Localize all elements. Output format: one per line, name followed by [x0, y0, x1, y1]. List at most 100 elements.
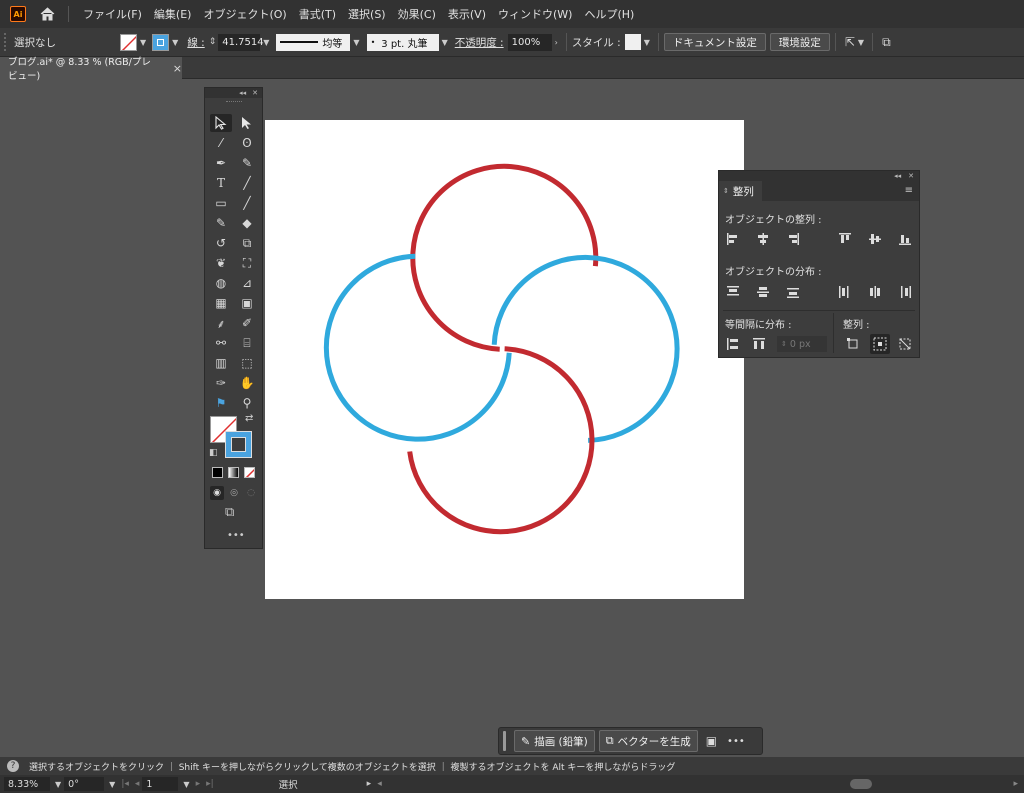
first-artboard-icon[interactable]: |◂ [121, 779, 129, 789]
menu-file[interactable]: ファイル(F) [77, 6, 148, 22]
stroke-swatch[interactable] [152, 33, 170, 51]
more-options-icon[interactable]: ••• [727, 736, 745, 747]
taskbar-grip[interactable] [503, 731, 506, 751]
opacity-dropdown-icon[interactable]: › [555, 38, 558, 47]
close-icon[interactable]: × [173, 62, 182, 75]
document-setup-button[interactable]: ドキュメント設定 [663, 33, 766, 51]
zoom-field[interactable]: 8.33% [4, 777, 50, 791]
stroke-stepper-icon[interactable]: ⇕ [209, 37, 217, 47]
menu-type[interactable]: 書式(T) [293, 6, 342, 22]
scrollbar-thumb[interactable] [849, 779, 872, 789]
image-trace-icon[interactable]: ▣ [706, 734, 717, 748]
menu-edit[interactable]: 編集(E) [148, 6, 198, 22]
status-scroll-right-icon[interactable]: ▸ [1013, 779, 1018, 789]
screen-mode-icon[interactable]: ⧉ [225, 505, 234, 520]
fill-dropdown-icon[interactable]: ▼ [140, 38, 146, 47]
hand-tool-icon[interactable]: ✋ [236, 374, 258, 392]
align-to-selection-icon[interactable] [845, 336, 861, 352]
collapse-icon[interactable]: ◂◂ [239, 89, 246, 97]
edit-toolbar-icon[interactable]: ••• [227, 530, 245, 541]
paintbrush-tool-icon[interactable]: ╱ [236, 194, 258, 212]
align-to-artboard-icon[interactable] [897, 336, 913, 352]
tab-toggle-icon[interactable]: ⇕ [723, 187, 729, 195]
align-right-icon[interactable] [785, 231, 801, 247]
symbol-sprayer-tool-icon[interactable]: ⌸ [236, 334, 258, 352]
stroke-profile-dropdown-icon[interactable]: ▼ [353, 38, 359, 47]
align-top-icon[interactable] [837, 231, 853, 247]
scale-tool-icon[interactable]: ⧉ [236, 234, 258, 252]
menu-effect[interactable]: 効果(C) [392, 6, 442, 22]
pen-tool-icon[interactable]: ✒ [210, 154, 232, 172]
menu-view[interactable]: 表示(V) [442, 6, 492, 22]
draw-normal-icon[interactable]: ◉ [210, 486, 224, 500]
distribute-top-icon[interactable] [725, 284, 741, 300]
share-icon[interactable]: ⧉ [882, 35, 891, 50]
artboard-dropdown-icon[interactable]: ▼ [183, 780, 189, 789]
swap-colors-icon[interactable]: ⇄ [245, 413, 253, 424]
eraser-tool-icon[interactable]: ◆ [236, 214, 258, 232]
document-tab[interactable]: ブログ.ai* @ 8.33 % (RGB/プレビュー) × [0, 57, 182, 82]
gradient-mode-icon[interactable] [228, 467, 239, 478]
magic-wand-tool-icon[interactable]: ⁄ [210, 134, 232, 152]
distribute-hcenter-icon[interactable] [867, 284, 883, 300]
opacity-label[interactable]: 不透明度 : [455, 35, 504, 50]
style-swatch[interactable] [624, 34, 641, 50]
zoom-tool-icon[interactable]: ⚲ [236, 394, 258, 412]
selection-tool-icon[interactable] [210, 114, 232, 132]
home-icon[interactable] [38, 6, 56, 22]
arrange-icon[interactable]: ⇱ [845, 35, 855, 49]
next-artboard-icon[interactable]: ▸ [196, 779, 201, 789]
space-horizontal-icon[interactable] [751, 336, 767, 352]
color-mode-icon[interactable] [212, 467, 223, 478]
menu-window[interactable]: ウィンドウ(W) [492, 6, 578, 22]
status-menu-icon[interactable]: ▸ [367, 779, 372, 789]
align-to-key-object-icon[interactable] [870, 334, 890, 354]
help-icon[interactable]: ? [7, 760, 19, 772]
rectangle-tool-icon[interactable]: ▭ [210, 194, 232, 212]
distribute-bottom-icon[interactable] [785, 284, 801, 300]
brush-select[interactable]: • 3 pt. 丸筆 [366, 33, 439, 51]
draw-behind-icon[interactable]: ◎ [227, 486, 241, 500]
distribute-vcenter-icon[interactable] [755, 284, 771, 300]
stroke-weight-dropdown-icon[interactable]: ▼ [263, 38, 269, 47]
shape-builder-tool-icon[interactable]: ◍ [210, 274, 232, 292]
draw-inside-icon[interactable]: ◌ [244, 486, 258, 500]
mesh-tool-icon[interactable]: ▦ [210, 294, 232, 312]
menu-help[interactable]: ヘルプ(H) [578, 6, 640, 22]
free-transform-tool-icon[interactable]: ⛶ [236, 254, 258, 272]
horizontal-scrollbar[interactable] [388, 778, 1008, 790]
panel-grip[interactable] [205, 98, 262, 106]
graph-tool-icon[interactable]: ▥ [210, 354, 232, 372]
stroke-weight-field[interactable]: 41.7514 [218, 33, 264, 51]
align-bottom-icon[interactable] [897, 231, 913, 247]
align-tab[interactable]: ⇕ 整列 [719, 181, 762, 201]
draw-pencil-button[interactable]: ✎ 描画 (鉛筆) [514, 730, 595, 752]
rotation-dropdown-icon[interactable]: ▼ [109, 780, 115, 789]
lasso-tool-icon[interactable]: ʘ [236, 134, 258, 152]
space-vertical-icon[interactable] [725, 336, 741, 352]
slice-tool-icon[interactable]: ✑ [210, 374, 232, 392]
type-tool-icon[interactable]: T [210, 174, 232, 192]
warp-tool-icon[interactable]: ❦ [210, 254, 232, 272]
fill-swatch[interactable] [120, 33, 137, 51]
puppet-warp-tool-icon[interactable]: ⚑ [210, 394, 232, 412]
perspective-grid-tool-icon[interactable]: ⊿ [236, 274, 258, 292]
none-mode-icon[interactable] [244, 467, 255, 478]
curvature-tool-icon[interactable]: ✎ [236, 154, 258, 172]
spacing-field[interactable]: ⇕ 0 px [777, 336, 827, 352]
eyedropper-tool-icon[interactable]: ⸙ [210, 314, 232, 332]
preferences-button[interactable]: 環境設定 [769, 33, 830, 51]
last-artboard-icon[interactable]: ▸| [206, 779, 214, 789]
stroke-profile-select[interactable]: 均等 [276, 33, 351, 51]
blend-tool-icon[interactable]: ⚯ [210, 334, 232, 352]
menu-select[interactable]: 選択(S) [342, 6, 392, 22]
align-hcenter-icon[interactable] [755, 231, 771, 247]
panel-menu-icon[interactable]: ≡ [905, 185, 913, 196]
distribute-left-icon[interactable] [837, 284, 853, 300]
generate-vector-button[interactable]: ⧉ ベクターを生成 [598, 730, 698, 752]
artboard-field[interactable]: 1 [142, 777, 179, 791]
line-tool-icon[interactable]: ╱ [236, 174, 258, 192]
zoom-dropdown-icon[interactable]: ▼ [55, 780, 61, 789]
opacity-field[interactable]: 100% [507, 33, 552, 51]
gradient-tool-icon[interactable]: ▣ [236, 294, 258, 312]
